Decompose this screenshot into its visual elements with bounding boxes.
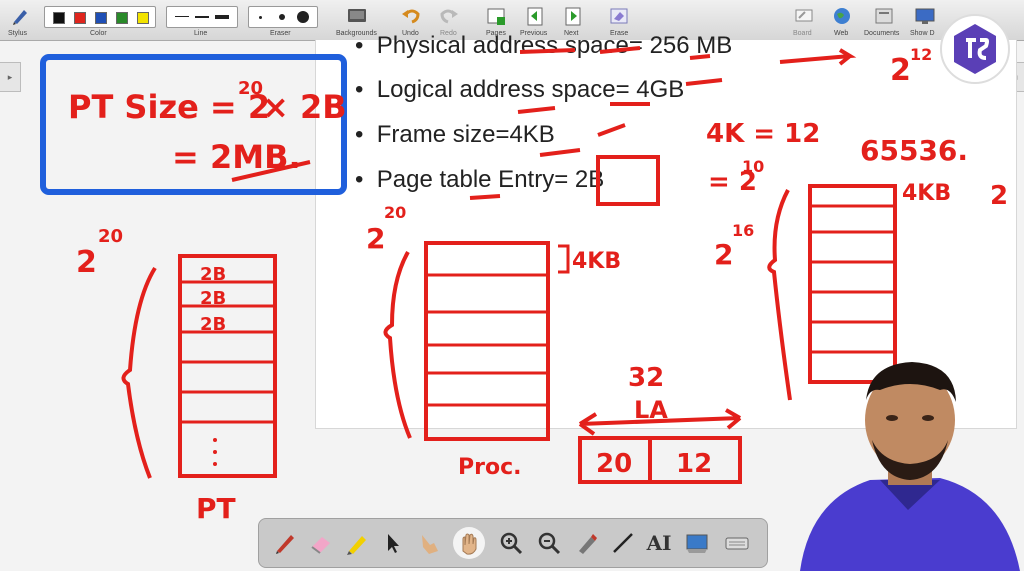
text-icon[interactable]: AI <box>645 529 673 557</box>
table-row-lines <box>810 204 895 354</box>
page-size-label: 4KB <box>572 249 621 274</box>
pointer-icon[interactable] <box>379 529 407 557</box>
hand-pointer-icon[interactable] <box>415 529 443 557</box>
bottom-tool-palette: AI <box>258 518 768 568</box>
table-row-lines <box>180 280 275 424</box>
pt-entries-power: 2 <box>76 245 97 280</box>
logical-address-label: LA <box>634 396 668 424</box>
frame-size-label: 4KB <box>902 181 951 206</box>
offset-bits: 12 <box>676 449 712 479</box>
process-pages-power: 2 <box>366 222 385 255</box>
brace-stroke <box>767 189 792 401</box>
edge-power: 2 <box>990 181 1008 211</box>
underline-stroke <box>469 194 501 200</box>
channel-logo <box>940 14 1010 84</box>
number-65536: 65536. <box>860 134 968 167</box>
process-label: Proc. <box>458 455 522 480</box>
frames-power: 2 <box>714 238 733 271</box>
pt-entry-label: 2B <box>200 264 226 285</box>
underline-stroke <box>517 78 723 114</box>
brace-stroke <box>383 251 412 439</box>
pt-entry-label: 2B <box>200 288 226 309</box>
page-table-label: PT <box>196 492 236 525</box>
pt-size-multiplier: × 2B <box>262 88 347 126</box>
presenter-webcam <box>800 362 1020 571</box>
page-number-bits: 20 <box>596 449 632 479</box>
ellipsis-dot <box>213 450 217 454</box>
line-icon[interactable] <box>609 529 637 557</box>
pen-icon[interactable] <box>271 529 299 557</box>
pt-entry-label: 2B <box>200 314 226 335</box>
underline-stroke <box>519 46 711 60</box>
pan-hand-icon[interactable] <box>453 527 485 559</box>
highlighter-icon[interactable] <box>343 529 371 557</box>
highlight-2b-box <box>596 155 660 206</box>
pt-entries-exponent: 20 <box>98 226 123 247</box>
process-pages-diagram <box>424 241 550 441</box>
screen-capture-icon[interactable] <box>683 529 711 557</box>
marker-icon[interactable] <box>573 529 601 557</box>
brace-stroke <box>121 266 157 479</box>
ellipsis-dot <box>213 438 217 442</box>
top-right-power: 2 <box>890 53 911 88</box>
underline-stroke <box>539 123 626 157</box>
process-pages-exponent: 20 <box>384 203 406 222</box>
frames-exponent: 16 <box>732 221 754 240</box>
top-right-exponent: 12 <box>910 45 932 64</box>
logical-address-bits: 32 <box>628 363 664 393</box>
frame-size-bits: 4K = 12 <box>706 119 820 149</box>
eraser-icon[interactable] <box>307 529 335 557</box>
pt-size-exponent: 20 <box>238 78 263 99</box>
logo-icon <box>954 24 996 74</box>
zoom-in-icon[interactable] <box>497 529 525 557</box>
page-table-diagram <box>178 254 277 478</box>
table-row-lines <box>426 273 548 407</box>
zoom-out-icon[interactable] <box>535 529 563 557</box>
arrow-stroke <box>779 48 857 66</box>
k-exponent: 10 <box>742 157 764 176</box>
bracket-stroke <box>558 244 570 274</box>
ellipsis-dot <box>213 462 217 466</box>
keyboard-icon[interactable] <box>723 529 751 557</box>
